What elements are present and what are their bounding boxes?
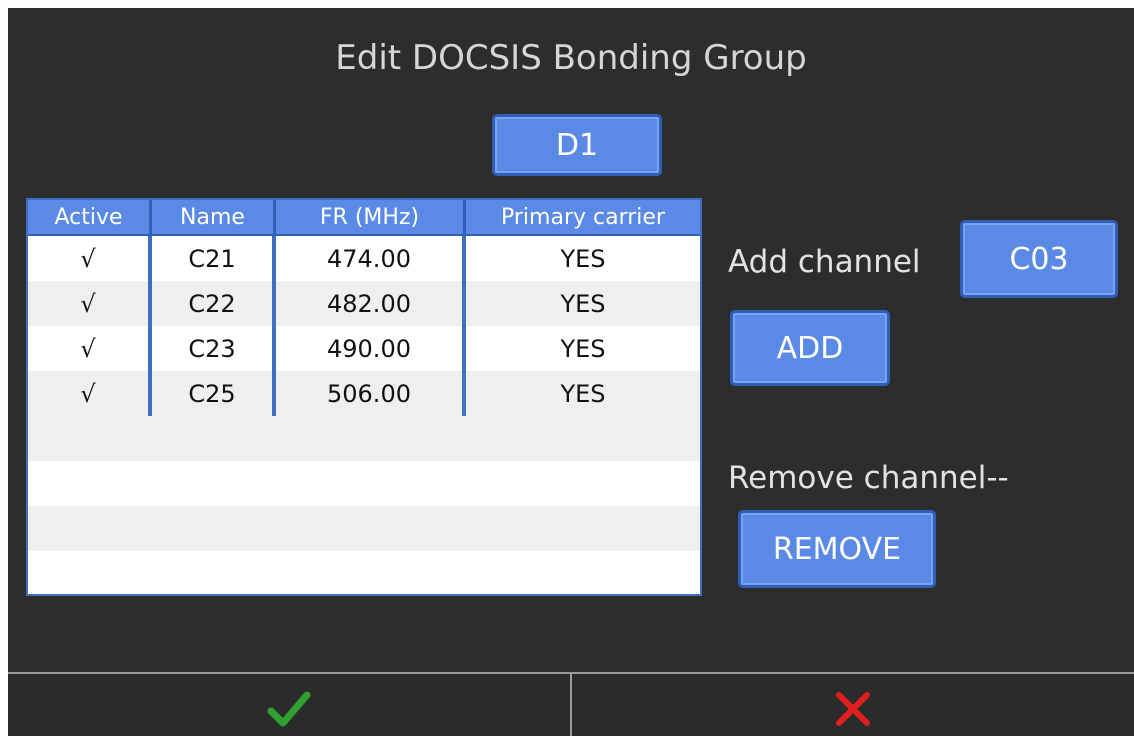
cancel-button[interactable] [572, 674, 1134, 736]
frequency-cell: 482.00 [276, 281, 466, 326]
table-row[interactable]: √ C22 482.00 YES [28, 281, 700, 326]
channel-name-cell: C21 [152, 236, 276, 281]
bonding-group-button[interactable]: D1 [492, 114, 662, 176]
confirm-button[interactable] [8, 674, 572, 736]
channel-select-button[interactable]: C03 [960, 220, 1118, 298]
table-row[interactable]: √ C23 490.00 YES [28, 326, 700, 371]
active-check-cell: √ [28, 326, 152, 371]
empty-table-row[interactable] [28, 551, 700, 594]
channel-table: Active Name FR (MHz) Primary carrier √ C… [26, 198, 702, 596]
add-channel-label: Add channel [728, 244, 921, 280]
channel-name-cell: C23 [152, 326, 276, 371]
empty-table-row[interactable] [28, 416, 700, 461]
footer-bar [8, 672, 1134, 736]
dialog-title: Edit DOCSIS Bonding Group [335, 38, 807, 78]
table-header: Active Name FR (MHz) Primary carrier [28, 200, 700, 236]
active-check-cell: √ [28, 236, 152, 281]
checkmark-icon [267, 691, 311, 727]
frequency-cell: 474.00 [276, 236, 466, 281]
remove-button[interactable]: REMOVE [738, 510, 936, 588]
table-row[interactable]: √ C25 506.00 YES [28, 371, 700, 416]
column-header-frequency[interactable]: FR (MHz) [276, 200, 466, 234]
empty-table-row[interactable] [28, 461, 700, 506]
column-header-primary-carrier[interactable]: Primary carrier [466, 200, 700, 234]
primary-carrier-cell: YES [560, 334, 606, 363]
add-button[interactable]: ADD [730, 310, 890, 386]
primary-carrier-cell: YES [560, 289, 606, 318]
frequency-cell: 506.00 [276, 371, 466, 416]
frequency-cell: 490.00 [276, 326, 466, 371]
dialog-screen: Edit DOCSIS Bonding Group D1 Active Name… [0, 0, 1134, 736]
x-icon [836, 692, 870, 726]
column-header-name[interactable]: Name [152, 200, 276, 234]
empty-table-row[interactable] [28, 506, 700, 551]
primary-carrier-cell: YES [560, 244, 606, 273]
table-row[interactable]: √ C21 474.00 YES [28, 236, 700, 281]
active-check-cell: √ [28, 281, 152, 326]
channel-name-cell: C25 [152, 371, 276, 416]
column-header-active[interactable]: Active [28, 200, 152, 234]
channel-name-cell: C22 [152, 281, 276, 326]
primary-carrier-cell: YES [560, 379, 606, 408]
active-check-cell: √ [28, 371, 152, 416]
remove-channel-label: Remove channel-- [728, 460, 1009, 496]
